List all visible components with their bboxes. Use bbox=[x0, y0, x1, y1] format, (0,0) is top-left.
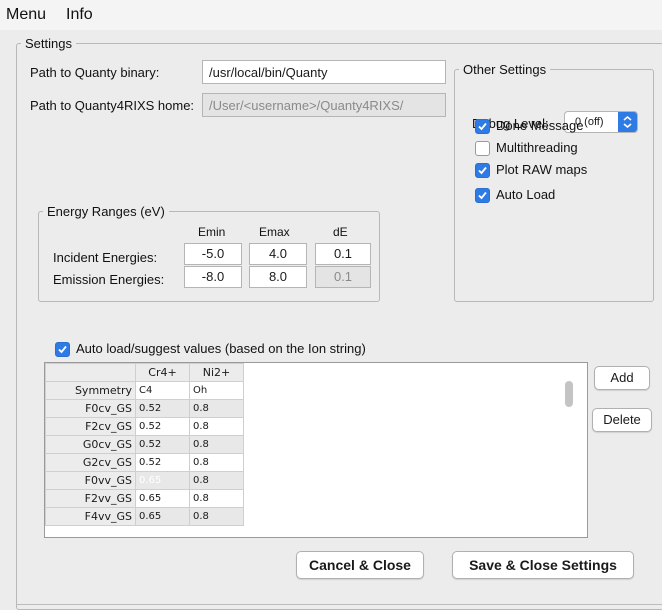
column-header-cr4[interactable]: Cr4+ bbox=[135, 363, 190, 382]
checkmark-icon bbox=[478, 122, 487, 131]
energy-ranges-legend: Energy Ranges (eV) bbox=[47, 204, 165, 219]
table-row: G2cv_GS 0.52 0.8 bbox=[45, 453, 244, 472]
checkmark-icon bbox=[478, 191, 487, 200]
emin-header: Emin bbox=[198, 225, 226, 239]
row-header: G2cv_GS bbox=[45, 453, 136, 472]
auto-load-suggest-label: Auto load/suggest values (based on the I… bbox=[76, 341, 366, 356]
table-row: F0cv_GS 0.52 0.8 bbox=[45, 399, 244, 418]
table-row: F4vv_GS 0.65 0.8 bbox=[45, 507, 244, 526]
parameter-grid: Cr4+ Ni2+ Symmetry C4 Oh F0cv_GS 0.52 0.… bbox=[45, 363, 244, 526]
table-cell[interactable]: 0.8 bbox=[189, 507, 244, 526]
plot-raw-maps-checkbox[interactable] bbox=[475, 163, 490, 178]
settings-legend: Settings bbox=[25, 36, 72, 51]
table-cell[interactable]: 0.8 bbox=[189, 453, 244, 472]
row-header: F0vv_GS bbox=[45, 471, 136, 490]
column-header-ni2[interactable]: Ni2+ bbox=[189, 363, 244, 382]
cancel-close-button[interactable]: Cancel & Close bbox=[296, 551, 424, 579]
table-row: F0vv_GS 0.65 0.8 bbox=[45, 471, 244, 490]
table-vertical-scrollbar[interactable] bbox=[565, 381, 573, 407]
table-cell[interactable]: 0.8 bbox=[189, 399, 244, 418]
table-cell[interactable]: 0.65 bbox=[135, 489, 190, 508]
table-cell-selected[interactable]: 0.65 bbox=[135, 471, 190, 490]
save-close-settings-button[interactable]: Save & Close Settings bbox=[452, 551, 634, 579]
quanty-binary-field[interactable]: /usr/local/bin/Quanty bbox=[202, 60, 446, 84]
auto-load-suggest-checkbox[interactable] bbox=[55, 342, 70, 357]
table-cell[interactable]: 0.8 bbox=[189, 417, 244, 436]
delete-button[interactable]: Delete bbox=[592, 408, 652, 432]
row-header: F2vv_GS bbox=[45, 489, 136, 508]
table-cell[interactable]: 0.52 bbox=[135, 453, 190, 472]
table-cell[interactable]: 0.52 bbox=[135, 399, 190, 418]
incident-emin-field[interactable]: -5.0 bbox=[184, 243, 242, 265]
incident-emax-field[interactable]: 4.0 bbox=[249, 243, 307, 265]
menubar: Menu Info bbox=[0, 0, 662, 30]
table-cell[interactable]: 0.52 bbox=[135, 435, 190, 454]
add-button[interactable]: Add bbox=[594, 366, 650, 390]
quanty-binary-label: Path to Quanty binary: bbox=[30, 65, 160, 80]
table-header-row: Cr4+ Ni2+ bbox=[45, 363, 244, 382]
incident-de-field[interactable]: 0.1 bbox=[315, 243, 371, 265]
ion-parameter-table[interactable]: Cr4+ Ni2+ Symmetry C4 Oh F0cv_GS 0.52 0.… bbox=[44, 362, 588, 538]
row-header: F4vv_GS bbox=[45, 507, 136, 526]
bottom-divider bbox=[16, 604, 662, 605]
table-row: F2cv_GS 0.52 0.8 bbox=[45, 417, 244, 436]
other-settings-legend: Other Settings bbox=[463, 62, 547, 77]
table-cell[interactable]: C4 bbox=[135, 381, 190, 400]
row-header: Symmetry bbox=[45, 381, 136, 400]
quanty4rixs-home-field: /User/<username>/Quanty4RIXS/ bbox=[202, 93, 446, 117]
quanty4rixs-home-label: Path to Quanty4RIXS home: bbox=[30, 98, 195, 113]
other-settings-group: Other Settings bbox=[454, 62, 654, 302]
table-row: F2vv_GS 0.65 0.8 bbox=[45, 489, 244, 508]
corner-header-cell bbox=[45, 363, 136, 382]
done-message-label: Done Message bbox=[496, 118, 584, 133]
table-cell[interactable]: 0.8 bbox=[189, 435, 244, 454]
checkmark-icon bbox=[478, 166, 487, 175]
done-message-checkbox[interactable] bbox=[475, 119, 490, 134]
multithreading-label: Multithreading bbox=[496, 140, 578, 155]
emission-emax-field[interactable]: 8.0 bbox=[249, 266, 307, 288]
auto-load-checkbox[interactable] bbox=[475, 188, 490, 203]
menu-item-info[interactable]: Info bbox=[66, 6, 93, 24]
table-cell[interactable]: 0.52 bbox=[135, 417, 190, 436]
row-header: F0cv_GS bbox=[45, 399, 136, 418]
incident-energies-label: Incident Energies: bbox=[53, 250, 158, 265]
de-header: dE bbox=[333, 225, 348, 239]
row-header: G0cv_GS bbox=[45, 435, 136, 454]
table-cell[interactable]: Oh bbox=[189, 381, 244, 400]
row-header: F2cv_GS bbox=[45, 417, 136, 436]
table-cell[interactable]: 0.65 bbox=[135, 507, 190, 526]
chevron-updown-icon bbox=[618, 112, 637, 132]
emission-energies-label: Emission Energies: bbox=[53, 272, 165, 287]
table-row: Symmetry C4 Oh bbox=[45, 381, 244, 400]
multithreading-checkbox[interactable] bbox=[475, 141, 490, 156]
menu-item-menu[interactable]: Menu bbox=[6, 6, 46, 24]
emax-header: Emax bbox=[259, 225, 290, 239]
auto-load-label: Auto Load bbox=[496, 187, 556, 202]
emission-emin-field[interactable]: -8.0 bbox=[184, 266, 242, 288]
table-cell[interactable]: 0.8 bbox=[189, 489, 244, 508]
emission-de-field: 0.1 bbox=[315, 266, 371, 288]
table-cell[interactable]: 0.8 bbox=[189, 471, 244, 490]
table-row: G0cv_GS 0.52 0.8 bbox=[45, 435, 244, 454]
plot-raw-maps-label: Plot RAW maps bbox=[496, 162, 588, 177]
checkmark-icon bbox=[58, 345, 67, 354]
